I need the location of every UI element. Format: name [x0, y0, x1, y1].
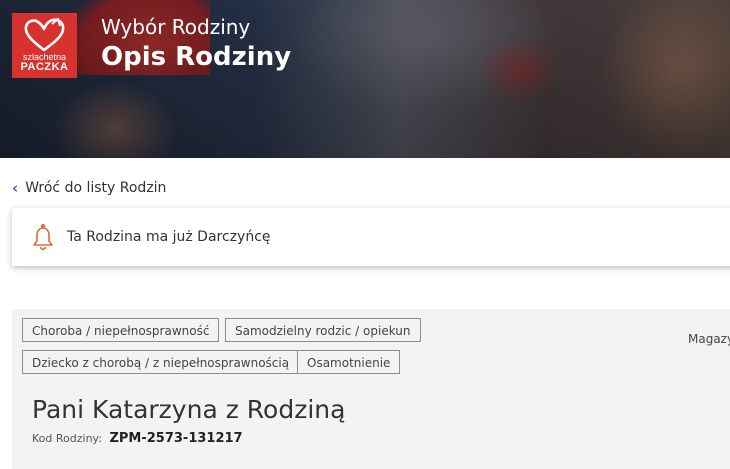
family-code-label: Kod Rodziny:	[32, 432, 102, 445]
notice-text: Ta Rodzina ma już Darczyńcę	[67, 229, 271, 245]
tag-child-illness: Dziecko z chorobą / z niepełnosprawności…	[22, 350, 300, 374]
page-title: Opis Rodziny	[101, 42, 292, 72]
tag-loneliness: Osamotnienie	[297, 350, 401, 374]
logo-text-bottom: PACZKA	[20, 61, 69, 73]
chevron-left-icon: ‹	[12, 179, 19, 197]
tag-single-parent: Samodzielny rodzic / opiekun	[225, 318, 421, 342]
back-to-list-link[interactable]: ‹ Wróć do listy Rodzin	[12, 179, 166, 197]
tag-illness: Choroba / niepełnosprawność	[22, 318, 220, 342]
szlachetna-paczka-logo[interactable]: szlachetna PACZKA	[12, 13, 77, 78]
family-panel: Choroba / niepełnosprawność Samodzielny …	[12, 309, 730, 469]
bell-icon	[33, 224, 53, 251]
back-link-label: Wróć do listy Rodzin	[25, 180, 167, 196]
warehouse-label: Magazy	[688, 332, 730, 346]
family-name: Pani Katarzyna z Rodziną	[32, 395, 346, 424]
donor-notice-card: Ta Rodzina ma już Darczyńcę	[12, 208, 730, 266]
family-code-value: ZPM-2573-131217	[109, 431, 243, 446]
heart-logo-icon	[24, 18, 65, 52]
hero-subtitle: Wybór Rodziny	[101, 15, 251, 39]
family-code: Kod Rodziny: ZPM-2573-131217	[32, 431, 243, 446]
